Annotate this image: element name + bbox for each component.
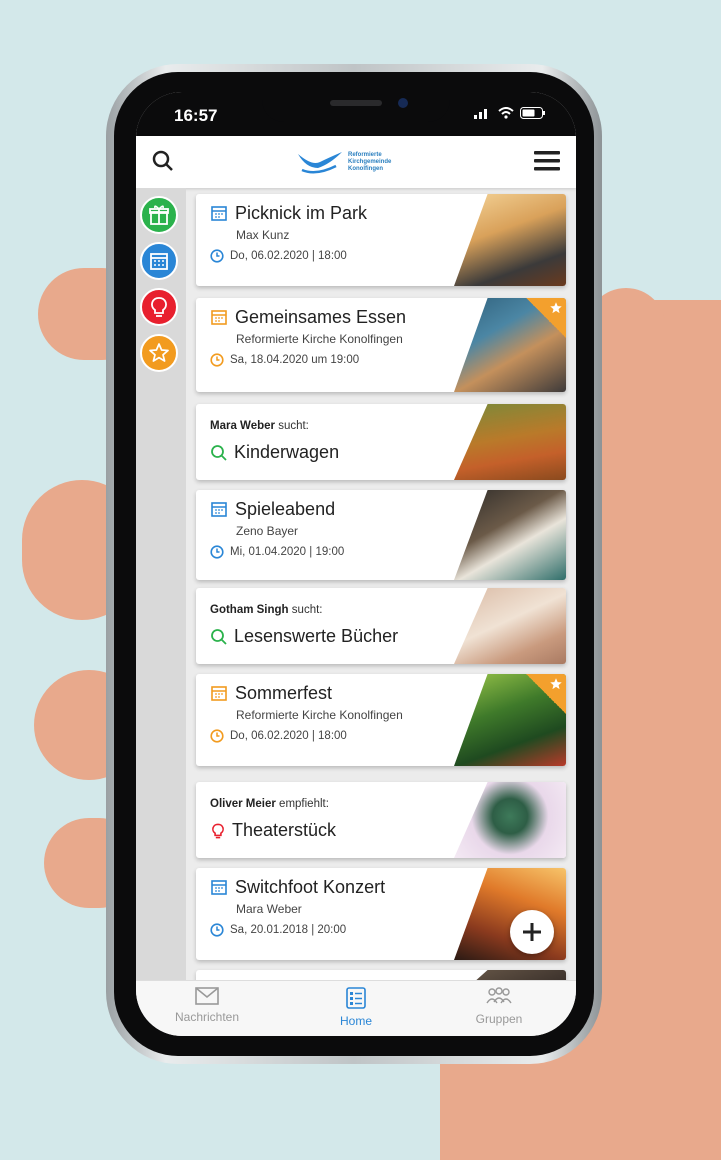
app-header: Reformierte Kirchgemeinde Konolfingen — [136, 136, 576, 188]
signal-icon — [474, 109, 487, 119]
event-card[interactable]: Gemeinsames Essen Reformierte Kirche Kon… — [196, 298, 566, 392]
search-title: Kinderwagen — [234, 442, 340, 462]
action-verb: empfiehlt: — [279, 798, 329, 810]
search-title: Lesenswerte Bücher — [234, 626, 399, 646]
item-photo — [454, 404, 566, 480]
featured-ribbon — [526, 298, 566, 338]
search-icon — [211, 444, 227, 461]
tab-label: Home — [339, 1014, 372, 1028]
event-photo — [454, 490, 566, 580]
event-organizer: Reformierte Kirche Konolfingen — [236, 332, 403, 346]
calendar-icon — [211, 880, 227, 895]
search-icon — [211, 628, 227, 645]
event-title: Picknick im Park — [235, 203, 368, 223]
event-card[interactable]: Picknick im Park Max Kunz Do, 06.02.2020… — [196, 194, 566, 286]
battery-icon — [520, 107, 545, 119]
logo-line-1: Reformierte — [348, 151, 382, 158]
clock-icon — [210, 729, 224, 743]
clock-icon — [210, 353, 224, 367]
person-name: Mara Weber — [210, 420, 275, 432]
gift-icon — [149, 205, 169, 225]
calendar-icon — [211, 502, 227, 517]
featured-ribbon — [526, 674, 566, 714]
star-icon — [149, 343, 169, 362]
recommendation-card[interactable]: Oliver Meier empfiehlt: Theaterstück — [196, 782, 566, 858]
category-rail — [136, 188, 186, 988]
calendar-icon — [150, 253, 168, 270]
event-date: Do, 06.02.2020 | 18:00 — [230, 730, 347, 742]
person-name: Gotham Singh — [210, 604, 289, 616]
event-card[interactable]: Sommerfest Reformierte Kirche Konolfinge… — [196, 674, 566, 766]
hamburger-menu-icon[interactable] — [534, 150, 560, 172]
envelope-icon — [195, 987, 219, 1005]
event-organizer: Zeno Bayer — [236, 524, 299, 538]
action-verb: sucht: — [291, 604, 323, 616]
tab-label: Gruppen — [475, 1012, 523, 1026]
clock-icon — [210, 923, 224, 937]
wifi-icon — [498, 107, 514, 119]
status-icons — [474, 107, 546, 119]
event-title: Sommerfest — [235, 683, 333, 703]
event-organizer: Reformierte Kirche Konolfingen — [236, 708, 403, 722]
recommendation-title: Theaterstück — [232, 820, 337, 840]
lightbulb-icon — [212, 823, 224, 838]
logo-line-2: Kirchgemeinde — [348, 158, 392, 165]
event-title: Gemeinsames Essen — [235, 307, 407, 327]
calendar-icon — [211, 686, 227, 701]
logo-line-3: Konolfingen — [348, 165, 383, 172]
category-lightbulb[interactable] — [140, 288, 178, 326]
tab-nachrichten[interactable]: Nachrichten — [152, 987, 262, 1024]
tab-gruppen[interactable]: Gruppen — [444, 987, 554, 1026]
calendar-icon — [211, 206, 227, 221]
search-card[interactable]: Gotham Singh sucht: Lesenswerte Bücher — [196, 588, 566, 664]
event-date: Sa, 18.04.2020 um 19:00 — [230, 354, 360, 366]
add-button[interactable] — [510, 910, 554, 954]
dove-logo-icon — [298, 152, 342, 174]
event-photo — [454, 194, 566, 286]
star-icon — [550, 678, 562, 690]
event-card[interactable]: Switchfoot Konzert Mara Weber Sa, 20.01.… — [196, 868, 566, 960]
event-organizer: Mara Weber — [236, 902, 302, 916]
bottom-tab-bar: Nachrichten Home Gruppen — [136, 980, 576, 1036]
event-title: Switchfoot Konzert — [235, 877, 386, 897]
event-date: Do, 06.02.2020 | 18:00 — [230, 250, 347, 262]
category-star[interactable] — [140, 334, 178, 372]
status-time: 16:57 — [174, 106, 218, 125]
star-icon — [550, 302, 562, 314]
event-date: Mi, 01.04.2020 | 19:00 — [230, 546, 345, 558]
app-screen: 16:57 Reformierte Kirchgemeinde Konolfin… — [136, 92, 576, 1036]
group-icon — [486, 987, 512, 1004]
clock-icon — [210, 249, 224, 263]
clock-icon — [210, 545, 224, 559]
list-icon — [346, 987, 366, 1009]
search-card[interactable]: Mara Weber sucht: Kinderwagen — [196, 404, 566, 480]
event-date: Sa, 20.01.2018 | 20:00 — [230, 924, 347, 936]
person-name: Oliver Meier — [210, 798, 276, 810]
lightbulb-icon — [151, 297, 167, 317]
search-icon[interactable] — [152, 150, 174, 172]
category-gift[interactable] — [140, 196, 178, 234]
category-calendar[interactable] — [140, 242, 178, 280]
action-verb: sucht: — [278, 420, 309, 432]
event-photo — [454, 868, 566, 960]
event-organizer: Max Kunz — [236, 228, 290, 242]
plus-icon — [523, 923, 541, 941]
tab-label: Nachrichten — [174, 1010, 240, 1024]
status-bar: 16:57 — [136, 92, 576, 136]
item-photo — [454, 588, 566, 664]
item-photo — [454, 782, 566, 858]
event-title: Spieleabend — [235, 499, 336, 519]
event-card[interactable]: Spieleabend Zeno Bayer Mi, 01.04.2020 | … — [196, 490, 566, 580]
tab-home[interactable]: Home — [301, 987, 411, 1028]
calendar-icon — [211, 310, 227, 325]
notch — [262, 92, 450, 122]
church-logo: Reformierte Kirchgemeinde Konolfingen — [296, 142, 416, 182]
